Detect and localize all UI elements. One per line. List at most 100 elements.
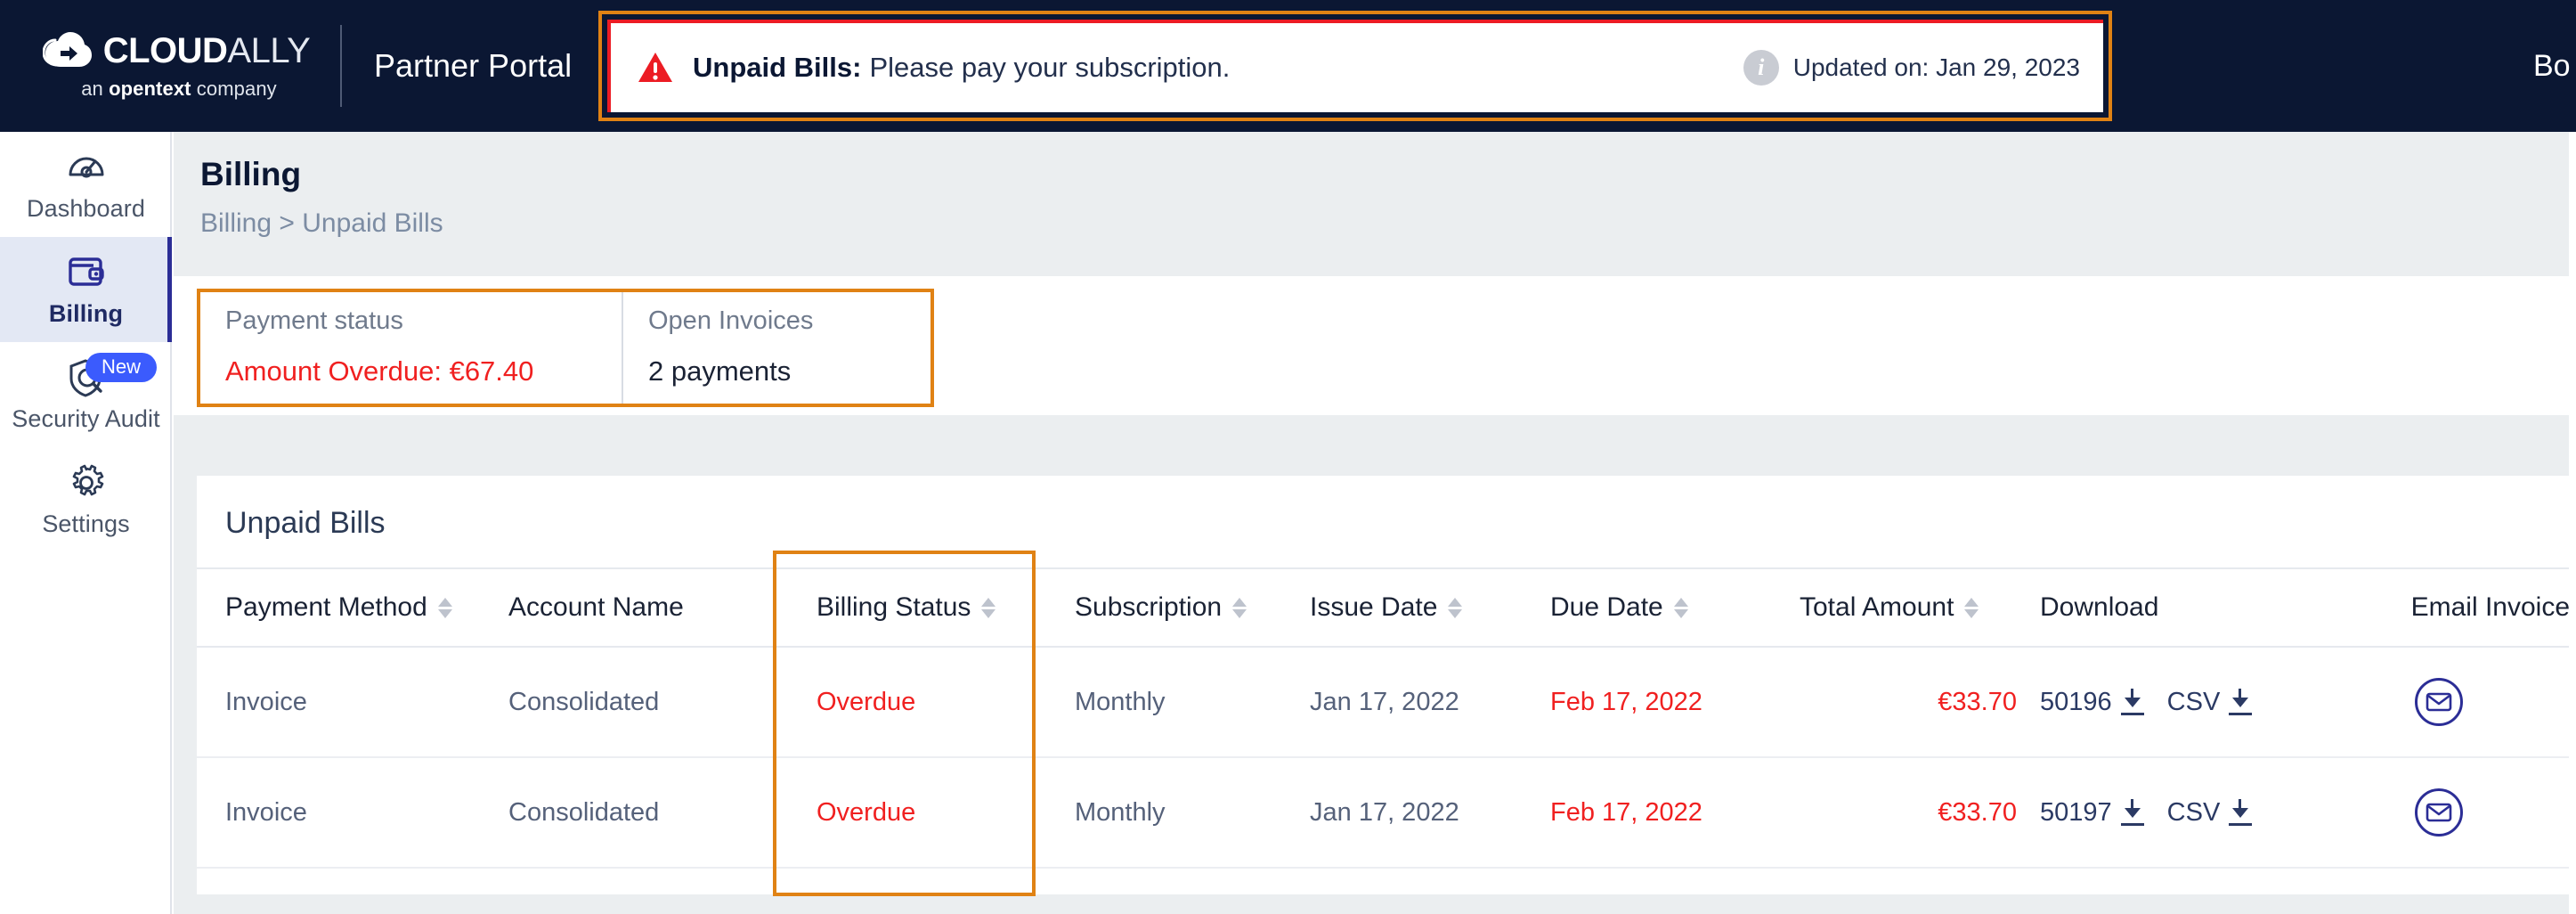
table-row: Invoice Consolidated Overdue Monthly Jan… xyxy=(197,647,2570,758)
sidebar-item-label: Dashboard xyxy=(27,194,145,222)
info-circle-icon[interactable]: i xyxy=(1743,50,1779,86)
cell-download: 50197 CSV xyxy=(2040,757,2307,869)
download-csv-icon[interactable] xyxy=(2229,799,2253,826)
summary-card-open-invoices: Open Invoices 2 payments xyxy=(623,292,930,404)
speedometer-icon xyxy=(67,147,106,188)
cell-payment-method: Invoice xyxy=(197,757,508,869)
column-label: Email Invoice xyxy=(2410,592,2570,622)
portal-title: Partner Portal xyxy=(374,47,573,84)
envelope-circle-icon[interactable] xyxy=(2414,678,2463,726)
sort-arrows-icon[interactable] xyxy=(1673,597,1688,618)
sort-arrows-icon[interactable] xyxy=(1964,597,1979,618)
sidebar-item-label: Billing xyxy=(48,299,124,327)
column-label: Issue Date xyxy=(1310,592,1438,622)
cell-due-date: Feb 17, 2022 xyxy=(1550,647,1800,758)
cell-billing-status: Overdue xyxy=(793,757,1052,869)
sidebar-item-dashboard[interactable]: Dashboard xyxy=(0,132,172,237)
alert-title: Unpaid Bills: xyxy=(693,52,862,83)
cell-subscription: Monthly xyxy=(1052,647,1310,758)
column-header-download: Download xyxy=(2040,567,2307,648)
column-label: Payment Method xyxy=(225,592,427,622)
cell-account-name: Consolidated xyxy=(508,647,793,758)
cell-total-amount: €33.70 xyxy=(1800,647,2040,758)
alert-message: Unpaid Bills: Please pay your subscripti… xyxy=(693,52,1230,84)
cell-issue-date: Jan 17, 2022 xyxy=(1310,647,1550,758)
new-badge: New xyxy=(85,353,158,382)
summary-card-value: Amount Overdue: €67.40 xyxy=(225,355,534,388)
sort-arrows-icon[interactable] xyxy=(437,597,452,618)
column-header-account-name[interactable]: Account Name xyxy=(508,567,793,648)
column-label: Account Name xyxy=(508,592,684,622)
header-divider xyxy=(340,25,342,107)
brand-wordmark: CLOUDALLY xyxy=(102,31,311,70)
cell-payment-method: Invoice xyxy=(197,647,508,758)
cell-email-invoice xyxy=(2307,757,2570,869)
download-csv-icon[interactable] xyxy=(2229,689,2253,715)
cell-email-invoice xyxy=(2307,647,2570,758)
column-header-subscription[interactable]: Subscription xyxy=(1052,567,1310,648)
csv-label[interactable]: CSV xyxy=(2167,688,2221,717)
sort-arrows-icon[interactable] xyxy=(1448,597,1463,618)
cell-account-name: Consolidated xyxy=(508,757,793,869)
column-header-payment-method[interactable]: Payment Method xyxy=(197,567,508,648)
summary-annotation-box: Payment status Amount Overdue: €67.40 Op… xyxy=(197,289,934,408)
right-edge-panel xyxy=(2569,132,2576,914)
summary-strip: Payment status Amount Overdue: €67.40 Op… xyxy=(174,276,2576,416)
alert-updated-label: Updated on: Jan 29, 2023 xyxy=(1792,53,2080,81)
sort-arrows-icon[interactable] xyxy=(981,597,996,618)
right-edge-card xyxy=(2569,258,2576,419)
unpaid-bills-table-card: Unpaid Bills Payment Method Account Name… xyxy=(197,476,2570,894)
cell-total-amount: €33.70 xyxy=(1800,757,2040,869)
back-link[interactable]: Bo xyxy=(2533,49,2576,84)
breadcrumb: Billing > Unpaid Bills xyxy=(200,208,443,239)
sidebar-nav: Dashboard Billing New Security Audit Set… xyxy=(0,132,172,914)
envelope-circle-icon[interactable] xyxy=(2414,788,2463,836)
column-header-billing-status[interactable]: Billing Status xyxy=(793,567,1052,648)
top-bar-right: Bo xyxy=(2533,0,2576,132)
brand-logo[interactable]: CLOUDALLY an opentext company xyxy=(0,0,340,132)
summary-card-payment-status: Payment status Amount Overdue: €67.40 xyxy=(200,292,623,404)
invoice-number[interactable]: 50197 xyxy=(2040,798,2112,828)
column-header-total-amount[interactable]: Total Amount xyxy=(1800,567,2040,648)
main-content: Billing Billing > Unpaid Bills Payment s… xyxy=(174,132,2576,914)
column-label: Due Date xyxy=(1550,592,1663,622)
cloud-icon xyxy=(42,31,93,70)
summary-card-label: Payment status xyxy=(225,306,403,336)
sidebar-item-security-audit[interactable]: New Security Audit xyxy=(0,342,172,447)
page-title: Billing xyxy=(200,156,302,192)
cell-download: 50196 CSV xyxy=(2040,647,2307,758)
table-header-row: Payment Method Account Name Billing Stat… xyxy=(197,567,2570,648)
summary-card-value: 2 payments xyxy=(648,355,792,388)
wallet-icon xyxy=(67,252,106,293)
sidebar-item-label: Settings xyxy=(42,510,130,537)
unpaid-bills-alert: Unpaid Bills: Please pay your subscripti… xyxy=(607,20,2103,112)
brand-tagline: an opentext company xyxy=(81,78,277,100)
sidebar-item-settings[interactable]: Settings xyxy=(0,447,172,552)
column-label: Billing Status xyxy=(817,592,971,622)
table-title: Unpaid Bills xyxy=(225,506,386,540)
column-label: Download xyxy=(2040,592,2159,622)
invoice-number[interactable]: 50196 xyxy=(2040,688,2112,717)
warning-triangle-icon xyxy=(638,52,673,84)
download-icon[interactable] xyxy=(2120,799,2144,826)
table-row: Invoice Consolidated Overdue Monthly Jan… xyxy=(197,757,2570,869)
gear-icon xyxy=(67,462,106,503)
column-header-issue-date[interactable]: Issue Date xyxy=(1310,567,1550,648)
sort-arrows-icon[interactable] xyxy=(1232,597,1247,618)
sidebar-item-label: Security Audit xyxy=(12,404,160,432)
summary-card-label: Open Invoices xyxy=(648,306,814,336)
column-header-email-invoice: Email Invoice xyxy=(2307,567,2570,648)
cell-issue-date: Jan 17, 2022 xyxy=(1310,757,1550,869)
cell-billing-status: Overdue xyxy=(793,647,1052,758)
alert-updated-group: i Updated on: Jan 29, 2023 xyxy=(1743,50,2080,86)
column-label: Total Amount xyxy=(1800,592,1954,622)
cell-due-date: Feb 17, 2022 xyxy=(1550,757,1800,869)
column-label: Subscription xyxy=(1075,592,1223,622)
alert-body: Please pay your subscription. xyxy=(869,52,1231,83)
unpaid-bills-table: Payment Method Account Name Billing Stat… xyxy=(197,567,2570,869)
page-header: Billing Billing > Unpaid Bills xyxy=(174,132,2576,239)
sidebar-item-billing[interactable]: Billing xyxy=(0,237,172,342)
column-header-due-date[interactable]: Due Date xyxy=(1550,567,1800,648)
csv-label[interactable]: CSV xyxy=(2167,798,2221,828)
download-icon[interactable] xyxy=(2120,689,2144,715)
